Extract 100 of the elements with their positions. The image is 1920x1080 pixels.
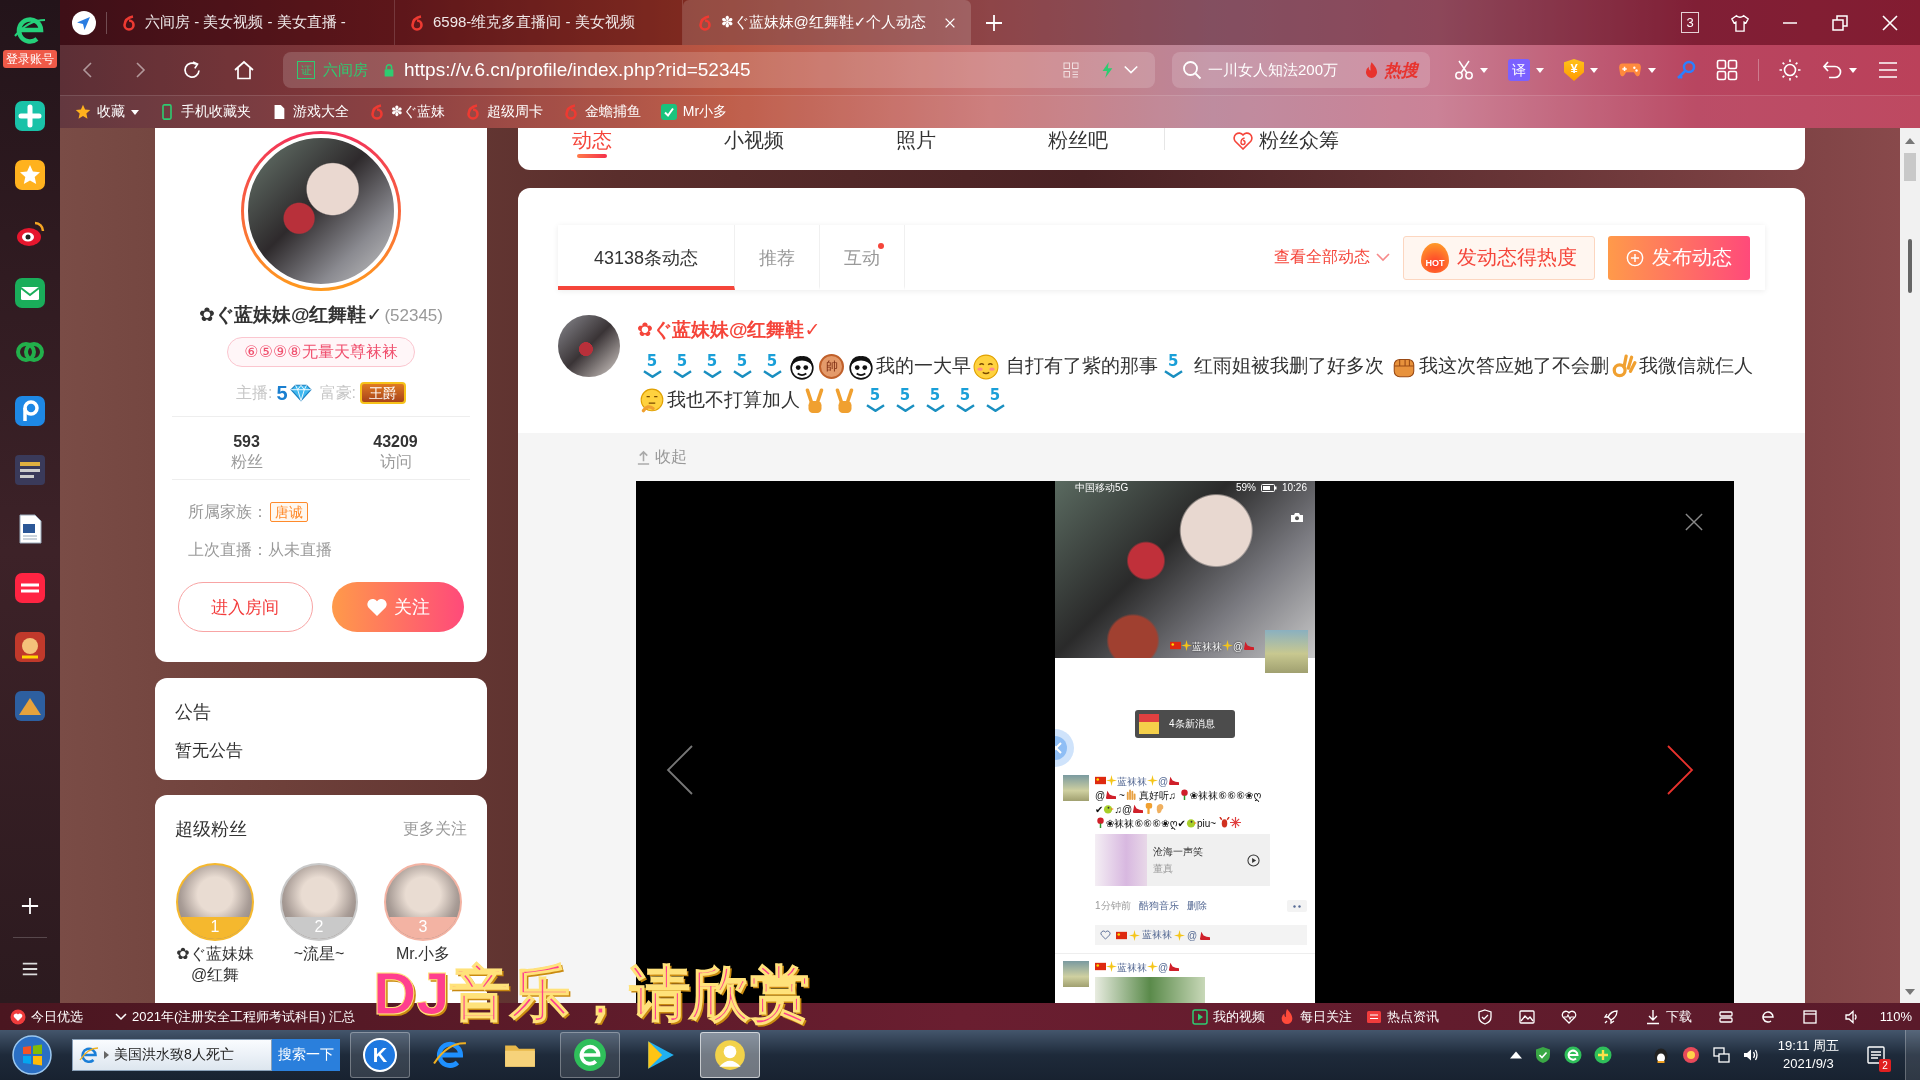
new-messages-button[interactable]: 4条新消息 [1135,710,1235,738]
shirt-icon[interactable] [1730,12,1750,33]
browser-icon[interactable] [1759,1008,1776,1025]
network-icon[interactable] [1711,1046,1730,1064]
fan-name[interactable]: Mr.小多 [383,943,463,964]
scroll-down-arrow-icon[interactable] [1905,989,1915,995]
eye-app-icon[interactable] [15,219,45,249]
nav-tab[interactable]: 照片 [842,128,990,158]
nav-tab[interactable]: 粉丝众筹 [1233,128,1339,158]
browser-tab[interactable]: 6598-维克多直播间 - 美女视频 [395,0,683,45]
triangle-app-icon[interactable] [15,691,45,721]
nav-tab[interactable]: 动态 [518,128,666,158]
restore-icon[interactable] [1830,12,1850,33]
caret-icon[interactable] [1648,67,1656,73]
home-icon[interactable] [233,59,255,81]
status-link[interactable]: 热点资讯 [1365,1007,1439,1026]
close-icon[interactable] [1880,12,1900,33]
view-all-dropdown[interactable]: 查看全部动态 [1274,247,1390,268]
nav-tab[interactable]: 小视频 [680,128,828,158]
start-button[interactable] [12,1035,52,1075]
search-field[interactable]: 美国洪水致8人死亡 [72,1039,272,1071]
login-button[interactable]: 登录账号 [3,50,57,68]
caret-icon[interactable] [131,109,139,115]
image-icon[interactable] [1518,1008,1535,1025]
enter-room-button[interactable]: 进入房间 [178,582,313,632]
zoom-level[interactable]: 110% [1879,1009,1912,1024]
heat-button[interactable]: HOT 发动态得热度 [1403,235,1595,280]
feed-tab[interactable]: 43138条动态 [558,225,735,290]
ring-icon[interactable] [1681,1046,1700,1064]
message-text: @ [1095,790,1106,801]
shield-icon[interactable] [1476,1008,1493,1025]
bookmark-link[interactable]: 收藏 [75,103,139,121]
browser-tab[interactable]: ✽ぐ蓝妹妹@红舞鞋✓个人动态 [683,0,971,45]
bookmark-link[interactable]: 手机收藏夹 [159,103,251,121]
heart-pulse-icon[interactable] [1560,1008,1577,1025]
scrollbar-thumb[interactable] [1904,153,1916,181]
browser-icon[interactable] [1563,1046,1582,1064]
shield-icon[interactable] [1533,1046,1552,1064]
caret-icon[interactable] [1849,67,1857,73]
nav-tab[interactable]: 粉丝吧 [1004,128,1152,158]
scrollbar-handle[interactable] [1908,239,1912,293]
clock[interactable]: 19:11 周五 2021/9/3 [1777,1037,1839,1073]
browser-tab[interactable]: 六间房 - 美女视频 - 美女直播 - [107,0,395,45]
bookmark-link[interactable]: Mr小多 [660,103,728,121]
show-desktop-button[interactable] [1905,1030,1920,1080]
star-app-icon[interactable] [15,160,45,190]
post-author[interactable]: ✿ぐ蓝妹妹@红舞鞋✓ [637,319,1765,341]
caret-icon[interactable] [1536,67,1544,73]
mail-app-icon[interactable] [15,278,45,308]
stat-label: 访问 [379,452,412,472]
reload-icon[interactable] [182,60,202,80]
caret-icon[interactable] [1590,67,1598,73]
profile-thumbnail-photo[interactable] [1265,630,1308,673]
bookmark-link[interactable]: ✽ぐ蓝妹 [369,103,445,121]
grid-icon[interactable] [1716,59,1738,81]
add-circle-icon[interactable] [1593,1046,1612,1064]
menu-icon[interactable] [1877,59,1899,81]
scrollbar[interactable] [1900,128,1920,1003]
window-icon[interactable] [1801,1008,1818,1025]
add-icon[interactable] [21,897,39,915]
fan-name[interactable]: ~流星~ [279,943,359,964]
navigation-icon[interactable] [72,10,96,35]
chevron-up-icon[interactable] [1509,1049,1522,1061]
speaker-icon[interactable] [1843,1008,1860,1025]
fan-name[interactable]: ✿ぐ蓝妹妹@红舞 [175,943,255,985]
news-app-icon[interactable] [15,455,45,485]
browser-logo-icon[interactable] [14,14,46,46]
caret-icon[interactable] [104,1051,109,1059]
app-tile-icon[interactable] [15,396,45,426]
more-button[interactable] [1287,900,1307,912]
taskbar-app-button[interactable]: K [350,1032,410,1078]
rocket-icon[interactable] [1602,1008,1619,1025]
app-tile-icon[interactable] [15,573,45,603]
add-tab-icon[interactable] [985,13,1003,32]
person-app-icon[interactable] [15,632,45,662]
scroll-up-arrow-icon[interactable] [1905,138,1915,144]
close-icon[interactable] [1685,513,1703,531]
status-link[interactable]: 今日优选 [10,1007,83,1026]
status-link[interactable]: 每日关注 [1278,1007,1352,1026]
play-icon[interactable] [1247,853,1260,867]
search-button[interactable]: 搜索一下 [272,1039,340,1071]
list-icon[interactable] [21,960,39,978]
music-card[interactable]: 沧海一声笑 董真 [1095,834,1270,886]
translate-button[interactable]: 译 [1508,59,1530,81]
undo-icon[interactable] [1821,59,1843,81]
delete-link[interactable]: 删除 [1186,899,1207,913]
camera-icon[interactable] [1290,512,1304,523]
status-link[interactable]: 我的视频 [1191,1007,1265,1026]
taskbar-app-button[interactable] [560,1032,620,1078]
source-link[interactable]: 酷狗音乐 [1138,899,1179,913]
layers-icon[interactable] [1717,1008,1734,1025]
bookmark-link[interactable]: 超级周卡 [464,103,543,121]
status-link[interactable]: 2021年(注册安全工程师考试科目) 汇总 [115,1007,356,1026]
download-button[interactable]: 下载 [1644,1007,1692,1026]
brightness-icon[interactable] [1779,59,1801,81]
bookmark-link[interactable]: 金蟾捕鱼 [562,103,641,121]
cross-app-icon[interactable] [15,101,45,131]
scissors-icon[interactable] [1454,60,1474,80]
tab-count-button[interactable]: 3 [1681,12,1699,33]
bookmark-link[interactable]: 游戏大全 [271,103,349,121]
